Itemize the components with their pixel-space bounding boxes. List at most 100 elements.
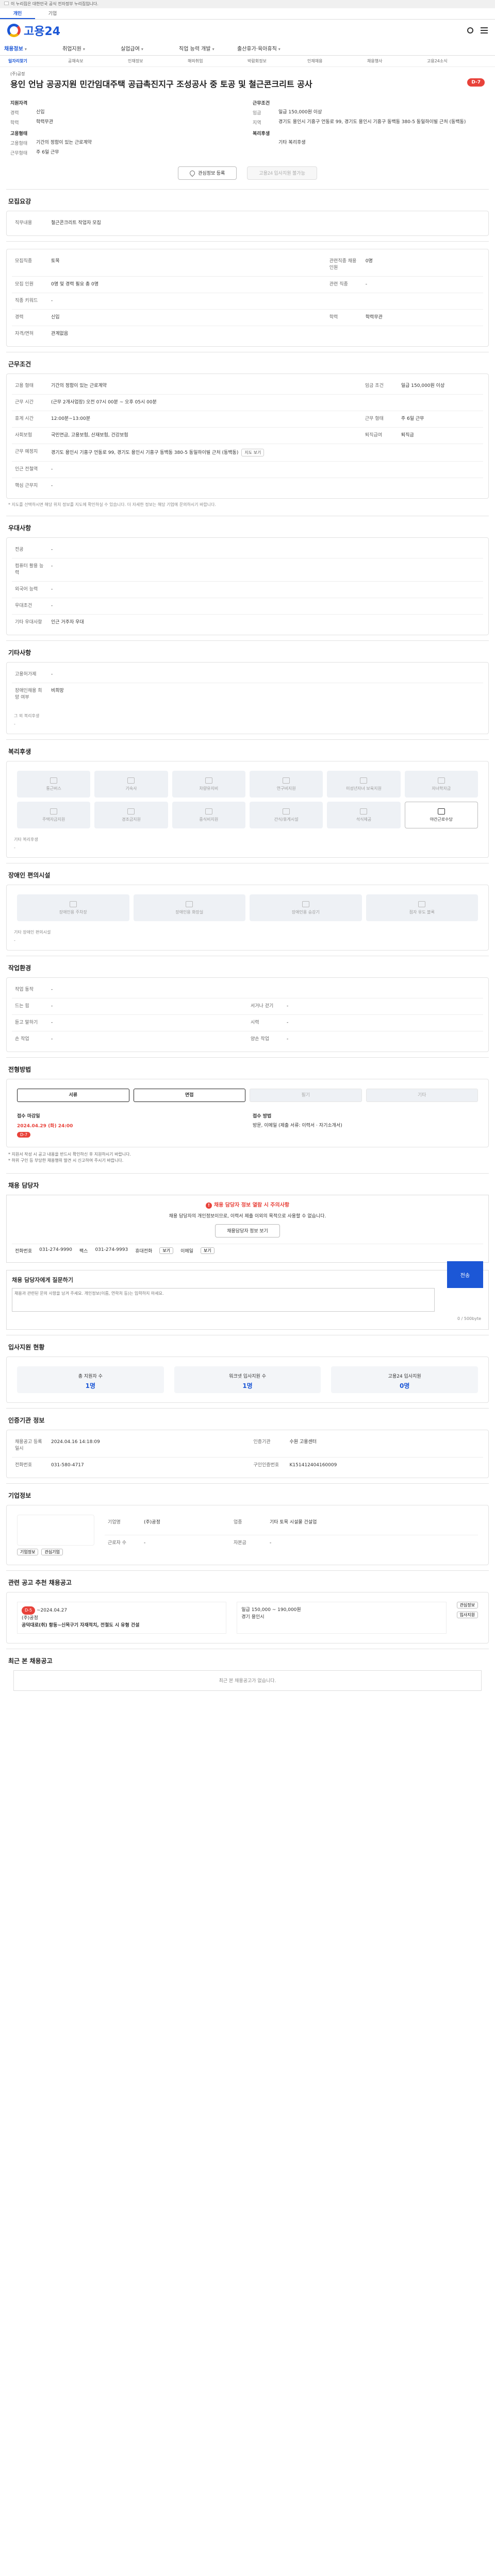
qa-counter: 0 / 500byte bbox=[457, 1316, 481, 1321]
welfare-item: 간식/휴게시설 bbox=[249, 802, 323, 828]
favorite-company-button[interactable]: 관심기업 bbox=[41, 1549, 63, 1555]
summary-heading: 지원자격 bbox=[10, 101, 28, 106]
tab-personal[interactable]: 개인 bbox=[0, 8, 35, 19]
nav-jobs[interactable]: 채용정보 ▾ bbox=[4, 44, 62, 52]
welfare-item: 통근버스 bbox=[17, 771, 91, 798]
tab-company[interactable]: 기업 bbox=[35, 8, 70, 19]
heart-icon bbox=[189, 169, 196, 177]
card-apply-button[interactable]: 입사지원 bbox=[456, 1612, 478, 1618]
logo-mark-icon bbox=[7, 24, 21, 37]
subnav-item[interactable]: 고용24소식 bbox=[427, 58, 487, 64]
table-row: 전화번호 031-580-4717 구인인증번호 K151412404160009 bbox=[12, 1457, 483, 1473]
recommend-card[interactable]: D-5 ~2024.04.27 (주)공정 공덕대로(취) 항동~신목구기 자재… bbox=[17, 1602, 227, 1634]
card-favorite-button[interactable]: 관심정보 bbox=[456, 1602, 478, 1608]
map-note: * 지도를 선택하시면 해당 위치 정보를 지도에 확인하실 수 있습니다. 더… bbox=[8, 502, 217, 507]
summary-heading: 근무조건 bbox=[253, 101, 270, 106]
extra-label: 그 외 복리후생 bbox=[14, 714, 40, 718]
show-email-button[interactable]: 보기 bbox=[200, 1247, 214, 1254]
facility-item: 장애인용 화장실 bbox=[133, 894, 245, 921]
welfare-item: 연구비지원 bbox=[249, 771, 323, 798]
welfare-icon bbox=[360, 808, 368, 815]
table-row: 고용허가제 - bbox=[15, 672, 53, 677]
section-title: 입사지원 현황 bbox=[8, 1344, 45, 1351]
company-name[interactable]: (주)공정 bbox=[10, 71, 485, 77]
menu-icon[interactable] bbox=[481, 27, 488, 33]
recruit-section: 모집요강 직무내용 철근콘크리트 작업자 모집 bbox=[6, 189, 489, 241]
braille-icon bbox=[418, 901, 426, 907]
section-title: 기타사항 bbox=[8, 649, 31, 656]
section-title: 근무조건 bbox=[8, 361, 31, 368]
nav-unemployment[interactable]: 실업급여 ▾ bbox=[121, 44, 179, 52]
subnav-item[interactable]: 해외취업 bbox=[188, 58, 248, 64]
main-nav: 채용정보 ▾ 취업지원 ▾ 실업급여 ▾ 직업 능력 개발 ▾ 출산휴가·육아휴직 ▾ bbox=[0, 41, 495, 56]
welfare-grid: 통근버스 기숙사 차량유지비 연구비지원 미성년자녀 보육지원 자녀학자금 주택자금지원 경조… bbox=[12, 766, 483, 834]
nav-parental[interactable]: 출산휴가·육아휴직 ▾ bbox=[237, 44, 295, 52]
card-pay: 일급 150,000 ~ 190,000원 bbox=[241, 1607, 301, 1613]
table-row: 근무 시간 (근무 2개사업장) 오전 07시 00분 ~ 오후 05시 00분 bbox=[12, 394, 483, 411]
qa-box: 채용 담당자에게 질문하기 전송 0 / 500byte bbox=[6, 1261, 489, 1330]
conditions-section: 모집직종 토목 관련직종 채용 인원 0명 모집 인원 0명 및 경력 필요 총 0명 관… bbox=[6, 241, 489, 352]
recommend-section: 관련 공고 추천 채용공고 D-5 ~2024.04.27 (주)공정 공덕대로… bbox=[6, 1570, 489, 1649]
welfare-label: 미성년자녀 보육지원 bbox=[346, 786, 382, 791]
gov-banner: 이 누리집은 대한민국 공식 전자정부 누리집입니다. bbox=[0, 0, 495, 8]
kv-key: 고용형태 bbox=[10, 141, 28, 146]
welfare-item: 야간근로수당 bbox=[404, 802, 478, 828]
header: 고용24 bbox=[0, 20, 495, 41]
kv-key bbox=[253, 140, 278, 146]
welfare-icon bbox=[283, 777, 290, 784]
process-step: 서류 bbox=[17, 1089, 129, 1102]
kv-key: 학력 bbox=[10, 121, 19, 126]
welfare-icon bbox=[205, 808, 212, 815]
welfare-icon bbox=[283, 808, 290, 815]
disabled-section: 장애인 편의시설 장애인용 주차장 장애인용 화장실 장애인용 승강기 점자 유… bbox=[6, 863, 489, 956]
search-icon[interactable] bbox=[467, 27, 473, 33]
process-step: 필기 bbox=[250, 1089, 362, 1102]
cell-value: 철근콘크리트 작업자 모집 bbox=[51, 221, 101, 226]
subnav-item[interactable]: 박람회정보 bbox=[248, 58, 307, 64]
subnav-item[interactable]: 채용행사 bbox=[367, 58, 427, 64]
table-row: 장애인채용 희망 여부 비희망 bbox=[12, 683, 483, 706]
welfare-item: 기숙사 bbox=[94, 771, 168, 798]
kv-key: 임금 bbox=[253, 111, 261, 116]
subnav-item[interactable]: 인재채용 bbox=[307, 58, 367, 64]
welfare-icon bbox=[360, 777, 368, 784]
stat-card: 고용24 입사지원 0명 bbox=[331, 1366, 478, 1393]
welfare-item: 미성년자녀 보육지원 bbox=[327, 771, 401, 798]
nav-support[interactable]: 취업지원 ▾ bbox=[62, 44, 121, 52]
card-company: (주)공정 bbox=[22, 1616, 38, 1621]
section-title: 우대사항 bbox=[8, 524, 31, 532]
qa-heading: 채용 담당자에게 질문하기 bbox=[12, 1277, 73, 1283]
kv-value: 경기도 용인시 기흥구 언동로 99, 경기도 용인시 기흥구 동백동 380-… bbox=[278, 120, 466, 125]
other-section: 기타사항 고용허가제 - 장애인채용 희망 여부 비희망 그 외 복리후생 - bbox=[6, 640, 489, 739]
logo[interactable]: 고용24 bbox=[7, 22, 60, 39]
section-title: 작업환경 bbox=[8, 964, 31, 972]
chevron-down-icon: ▾ bbox=[82, 47, 85, 52]
welfare-other-value: - bbox=[14, 845, 15, 850]
section-title: 장애인 편의시설 bbox=[8, 872, 51, 879]
welfare-label: 간식/휴게시설 bbox=[274, 817, 299, 822]
nav-training[interactable]: 직업 능력 개발 ▾ bbox=[179, 44, 237, 52]
map-button[interactable]: 지도 보기 bbox=[241, 449, 265, 456]
welfare-section: 복리후생 통근버스 기숙사 차량유지비 연구비지원 미성년자녀 보육지원 자녀학자금 주택자… bbox=[6, 739, 489, 863]
show-mobile-button[interactable]: 보기 bbox=[159, 1247, 174, 1254]
contact-section: 채용 담당자 채용 담당자 정보 열람 시 주의사항 채용 담당자의 개인정보이… bbox=[6, 1173, 489, 1335]
subnav-item[interactable]: 일자리찾기 bbox=[8, 58, 68, 64]
qa-input[interactable] bbox=[12, 1288, 435, 1312]
company-info-button[interactable]: 기업정보 bbox=[17, 1549, 39, 1555]
card-dday: D-5 bbox=[22, 1606, 36, 1615]
subnav-item[interactable]: 인재정보 bbox=[128, 58, 188, 64]
deadline-dday: D-7 bbox=[17, 1132, 31, 1138]
table-row: 기업명 (주)공정 업종 기타 토목 시설물 건설업 bbox=[108, 1520, 317, 1525]
table-row: 자격/면허 관계없음 bbox=[12, 326, 483, 342]
restroom-icon bbox=[186, 901, 193, 907]
view-contact-button[interactable]: 채용담당자 정보 보기 bbox=[215, 1224, 280, 1238]
table-row: 듣고 말하기 - 시력 - bbox=[12, 1014, 483, 1031]
favorite-button[interactable]: 관심정보 등록 bbox=[178, 166, 237, 180]
qa-send-button[interactable]: 전송 bbox=[447, 1261, 483, 1288]
job-title: 용인 언남 공공지원 민간임대주택 공급촉진지구 조성공사 중 토공 및 철근콘… bbox=[10, 79, 312, 89]
chevron-down-icon: ▾ bbox=[212, 47, 214, 52]
parking-icon bbox=[69, 901, 77, 907]
fax-value: 031-274-9993 bbox=[95, 1247, 128, 1252]
subnav-item[interactable]: 공채속보 bbox=[68, 58, 128, 64]
welfare-label: 기숙사 bbox=[125, 786, 137, 791]
